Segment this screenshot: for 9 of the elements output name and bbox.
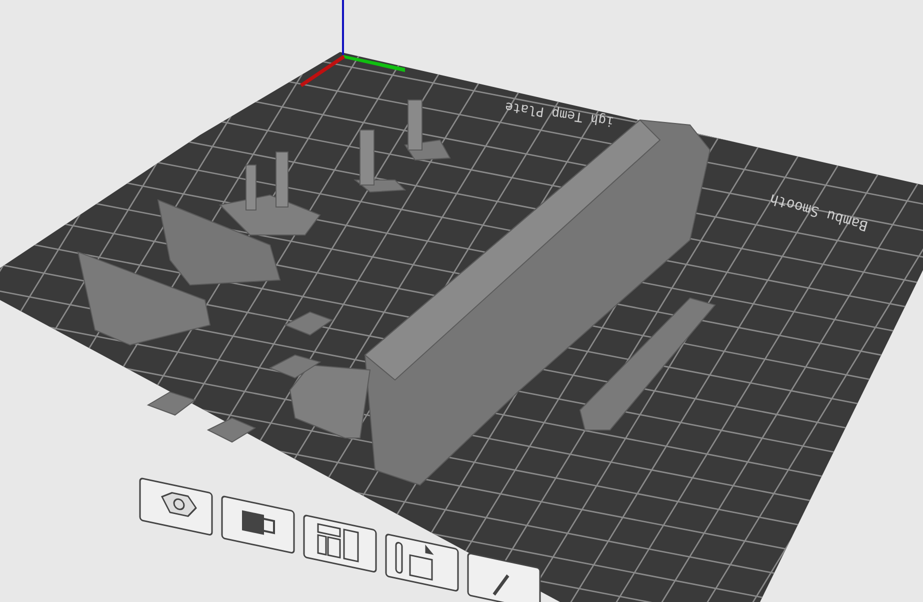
- pencil-icon: [492, 574, 510, 596]
- arrange-icon: [395, 541, 434, 581]
- hexagon-icon: [160, 492, 197, 518]
- plate-label: igh Temp Plate: [504, 98, 615, 129]
- toolbar-button[interactable]: [385, 533, 459, 592]
- block-icon: [242, 510, 275, 535]
- plate-label: Bambu Smooth: [768, 190, 870, 234]
- toolbar-button[interactable]: [467, 552, 541, 602]
- layout-icon: [317, 523, 359, 562]
